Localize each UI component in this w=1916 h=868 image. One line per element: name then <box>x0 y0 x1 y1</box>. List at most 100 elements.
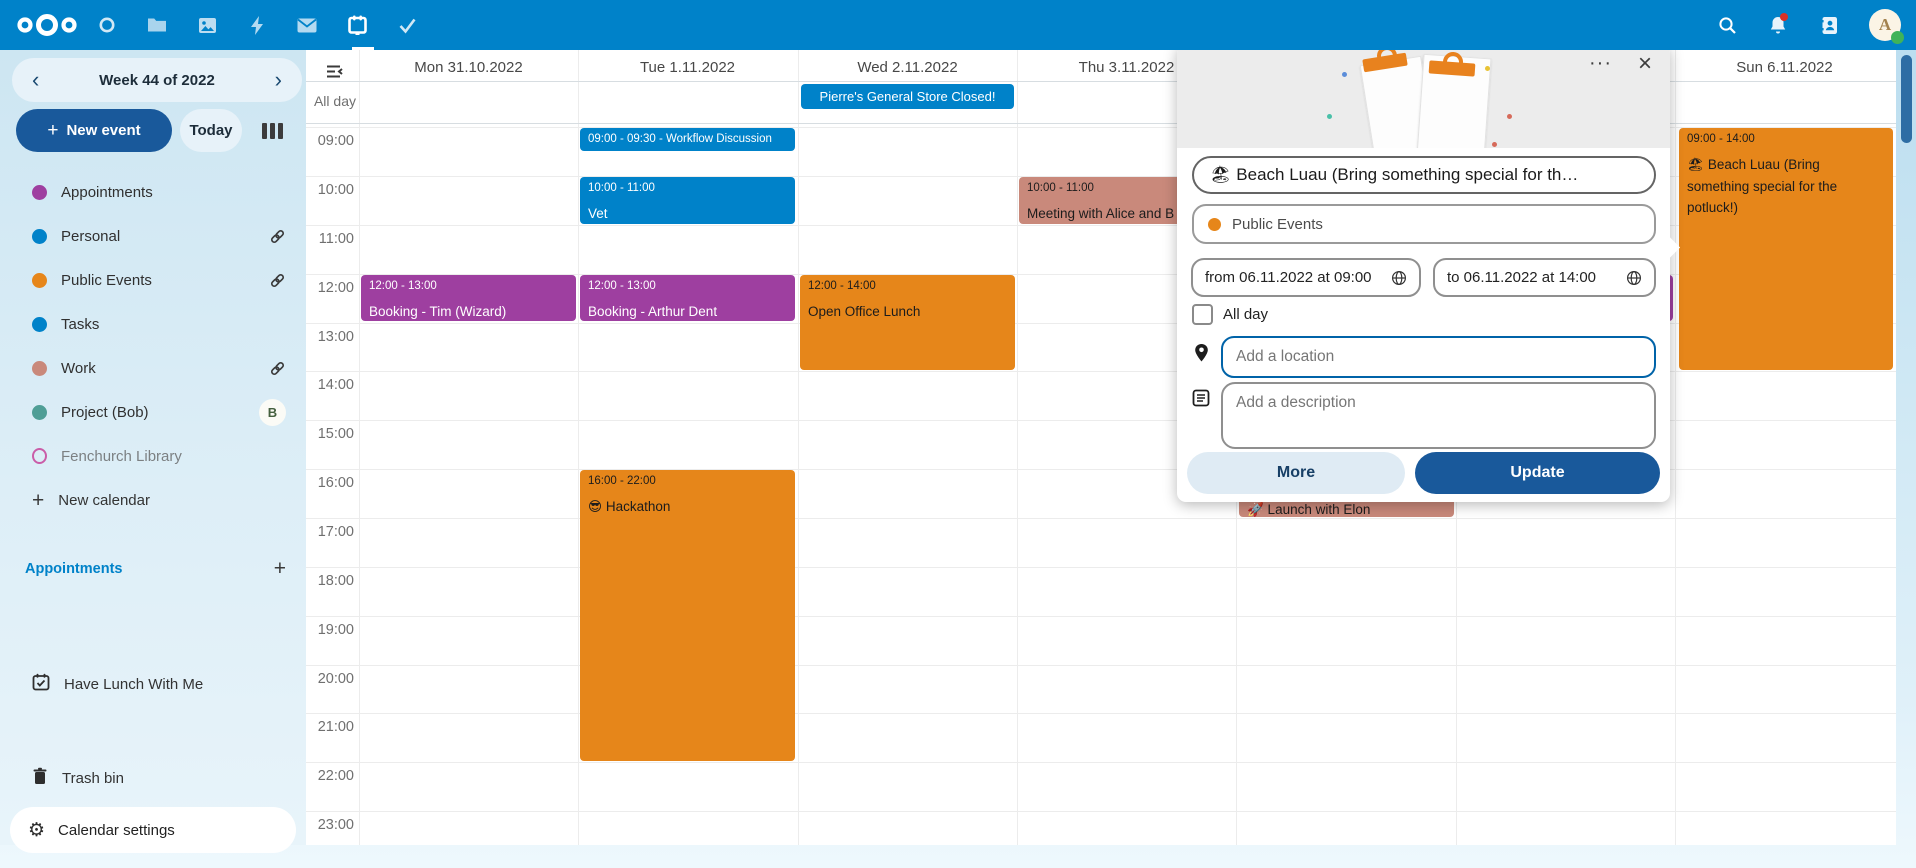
next-week-button[interactable]: › <box>271 69 286 91</box>
appointments-section-header: Appointments + <box>0 558 306 579</box>
location-input[interactable] <box>1221 336 1656 378</box>
today-button[interactable]: Today <box>180 109 242 152</box>
appointment-config-item[interactable]: Have Lunch With Me <box>0 662 306 706</box>
trash-icon <box>32 767 48 790</box>
event-title: Vet <box>588 203 787 224</box>
previous-week-button[interactable]: ‹ <box>28 69 43 91</box>
event-title: 😎 Hackathon <box>588 496 787 518</box>
notification-badge <box>1780 13 1788 21</box>
timezone-globe-icon[interactable] <box>1391 270 1407 286</box>
calendar-label: Fenchurch Library <box>61 448 286 465</box>
event-title: Booking - Arthur Dent <box>588 301 787 321</box>
hour-label: 13:00 <box>306 329 354 345</box>
calendar-color-dot <box>32 185 47 200</box>
mail-icon[interactable] <box>296 0 318 50</box>
contacts-icon[interactable] <box>1817 0 1841 50</box>
user-avatar[interactable]: A <box>1868 0 1902 50</box>
calendar-app-page: A ‹ Week 44 of 2022 › + New event Today … <box>0 0 1916 868</box>
calendar-label: Personal <box>61 228 269 245</box>
update-button[interactable]: Update <box>1415 452 1660 494</box>
event-time: 09:00 - 09:30 - Workflow Discussion <box>588 133 787 145</box>
description-input[interactable] <box>1221 382 1656 449</box>
appointment-config-label: Have Lunch With Me <box>64 676 203 693</box>
all-day-checkbox[interactable] <box>1192 304 1213 325</box>
calendar-label: Public Events <box>61 272 269 289</box>
day-header-mon[interactable]: Mon 31.10.2022 <box>359 56 578 78</box>
end-date-value: to 06.11.2022 at 14:00 <box>1447 269 1596 286</box>
close-icon[interactable]: × <box>1638 50 1652 78</box>
app-navigation <box>96 0 418 50</box>
event-beach-luau[interactable]: 09:00 - 14:00 🏖 Beach Luau (Bring someth… <box>1679 128 1893 370</box>
event-hackathon[interactable]: 16:00 - 22:00 😎 Hackathon <box>580 470 795 761</box>
event-time: 09:00 - 14:00 <box>1687 133 1885 145</box>
more-button[interactable]: More <box>1187 452 1405 494</box>
hour-label: 14:00 <box>306 377 354 393</box>
calendar-item-appointments[interactable]: Appointments <box>0 170 306 214</box>
event-title-input[interactable] <box>1192 156 1656 194</box>
calendar-item-work[interactable]: Work <box>0 346 306 390</box>
calendar-list: Appointments Personal Public Events <box>0 170 306 522</box>
event-booking-arthur-dent[interactable]: 12:00 - 13:00 Booking - Arthur Dent <box>580 275 795 321</box>
topbar-right: A <box>1715 0 1902 50</box>
trash-bin-button[interactable]: Trash bin <box>0 756 306 800</box>
grid-line <box>798 50 799 845</box>
calendar-item-project-bob[interactable]: Project (Bob) B <box>0 390 306 434</box>
timezone-globe-icon[interactable] <box>1626 270 1642 286</box>
nextcloud-logo[interactable] <box>16 11 78 44</box>
event-booking-tim-wizard[interactable]: 12:00 - 13:00 Booking - Tim (Wizard) <box>361 275 576 321</box>
new-calendar-button[interactable]: + New calendar <box>0 478 306 522</box>
scrollbar-thumb[interactable] <box>1901 55 1912 143</box>
search-icon[interactable] <box>1715 0 1739 50</box>
active-app-indicator <box>352 47 374 50</box>
event-pierres-general-store-closed[interactable]: Pierre's General Store Closed! <box>801 84 1014 109</box>
end-date-picker[interactable]: to 06.11.2022 at 14:00 <box>1433 258 1656 297</box>
description-icon <box>1192 389 1210 412</box>
calendar-item-fenchurch-library[interactable]: Fenchurch Library <box>0 434 306 478</box>
calendar-label: Tasks <box>61 316 286 333</box>
notifications-bell-icon[interactable] <box>1766 0 1790 50</box>
calendar-item-public-events[interactable]: Public Events <box>0 258 306 302</box>
hour-label: 21:00 <box>306 719 354 735</box>
calendar-app-icon[interactable] <box>346 0 368 50</box>
start-date-picker[interactable]: from 06.11.2022 at 09:00 <box>1191 258 1421 297</box>
tasks-icon[interactable] <box>396 0 418 50</box>
calendar-color-dot <box>32 448 47 464</box>
calendar-picker[interactable]: Public Events <box>1192 204 1656 244</box>
shared-link-icon <box>269 228 286 245</box>
calendar-settings-button[interactable]: ⚙ Calendar settings <box>10 807 296 853</box>
hour-label: 20:00 <box>306 671 354 687</box>
grid-line <box>359 50 360 845</box>
event-title: Open Office Lunch <box>808 301 1007 323</box>
calendar-label: Project (Bob) <box>61 404 259 421</box>
day-header-sun[interactable]: Sun 6.11.2022 <box>1675 56 1894 78</box>
activity-icon[interactable] <box>246 0 268 50</box>
gear-icon: ⚙ <box>28 821 45 840</box>
files-icon[interactable] <box>146 0 168 50</box>
event-title: 🏖 Beach Luau (Bring something special fo… <box>1687 154 1885 219</box>
day-header-tue[interactable]: Tue 1.11.2022 <box>578 56 797 78</box>
calendar-item-personal[interactable]: Personal <box>0 214 306 258</box>
event-open-office-lunch[interactable]: 12:00 - 14:00 Open Office Lunch <box>800 275 1015 370</box>
popover-actions-menu-icon[interactable]: ··· <box>1589 52 1612 75</box>
new-event-button[interactable]: + New event <box>16 109 172 152</box>
event-time: 10:00 - 11:00 <box>588 182 787 194</box>
hour-label: 17:00 <box>306 524 354 540</box>
hour-label: 09:00 <box>306 133 354 149</box>
collapse-weekend-icon[interactable] <box>326 64 343 84</box>
event-time: 12:00 - 13:00 <box>369 280 568 292</box>
photos-icon[interactable] <box>196 0 218 50</box>
add-appointment-config-button[interactable]: + <box>274 558 286 579</box>
view-switcher-icon[interactable] <box>262 123 283 139</box>
all-day-toggle[interactable]: All day <box>1192 304 1268 325</box>
calendar-color-dot <box>32 229 47 244</box>
hour-label: 15:00 <box>306 426 354 442</box>
sidebar-actions: + New event Today <box>16 109 296 152</box>
hour-line <box>306 567 1896 568</box>
calendar-item-tasks[interactable]: Tasks <box>0 302 306 346</box>
event-workflow-discussion[interactable]: 09:00 - 09:30 - Workflow Discussion <box>580 128 795 151</box>
grid-line <box>1675 50 1676 845</box>
day-header-wed[interactable]: Wed 2.11.2022 <box>798 56 1017 78</box>
dashboard-icon[interactable] <box>96 0 118 50</box>
event-vet[interactable]: 10:00 - 11:00 Vet <box>580 177 795 224</box>
grid-line <box>578 50 579 845</box>
